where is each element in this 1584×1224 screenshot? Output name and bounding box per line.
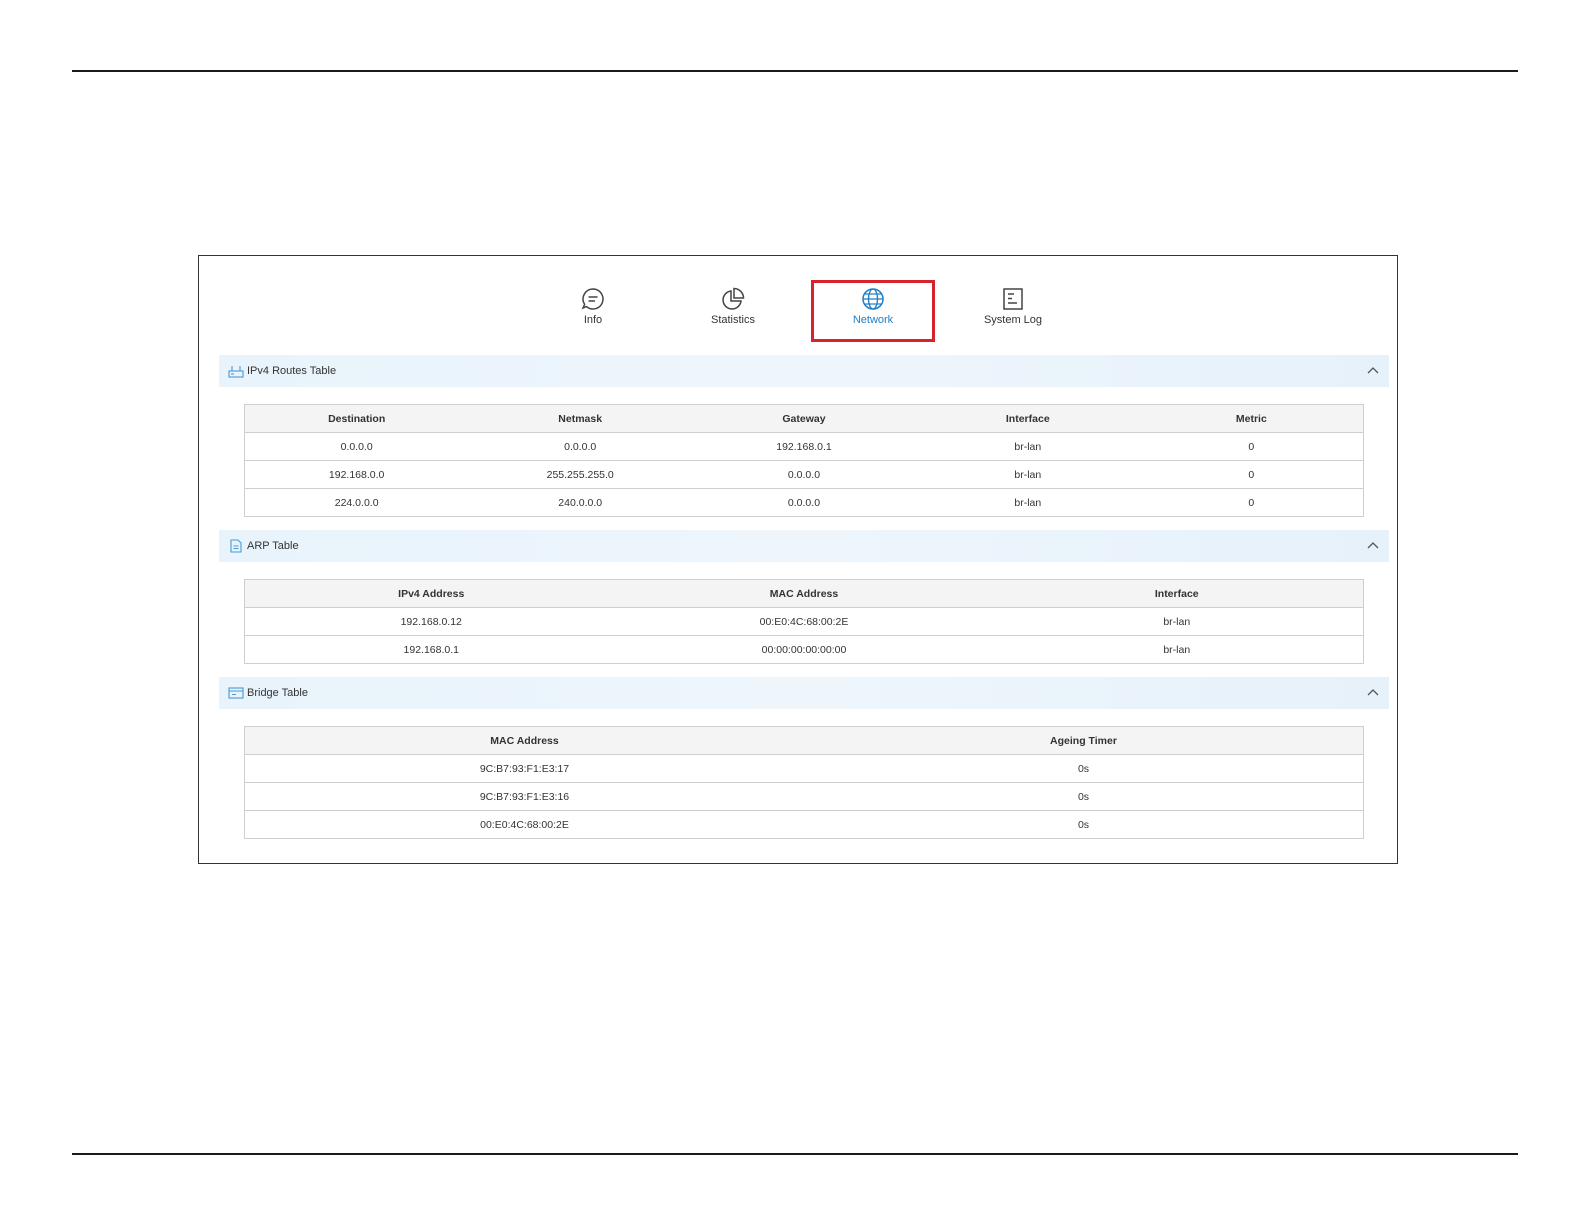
table-cell: 0s: [804, 782, 1364, 811]
ipv4-routes-table: Destination Netmask Gateway Interface Me…: [244, 404, 1364, 517]
ipv4-routes-header[interactable]: IPv4 Routes Table: [219, 355, 1389, 387]
table-cell: 192.168.0.0: [244, 460, 469, 489]
table-cell: 0.0.0.0: [468, 432, 693, 461]
table-row: 224.0.0.0 240.0.0.0 0.0.0.0 br-lan 0: [244, 488, 1364, 517]
table-cell: 0s: [804, 810, 1364, 839]
table-cell: 0.0.0.0: [692, 460, 916, 489]
column-header: IPv4 Address: [244, 579, 618, 608]
top-page-rule: [72, 70, 1518, 72]
table-row: 9C:B7:93:F1:E3:17 0s: [244, 754, 1364, 783]
table-cell: 00:E0:4C:68:00:2E: [244, 810, 804, 839]
table-cell: 192.168.0.12: [244, 607, 618, 636]
column-header: Netmask: [468, 404, 693, 433]
table-row: 192.168.0.1 00:00:00:00:00:00 br-lan: [244, 635, 1364, 664]
column-header: Destination: [244, 404, 469, 433]
table-cell: 0s: [804, 754, 1364, 783]
arp-header[interactable]: ARP Table: [219, 530, 1389, 562]
tab-statistics-label: Statistics: [710, 314, 755, 326]
table-cell: br-lan: [915, 432, 1140, 461]
table-cell: 0.0.0.0: [692, 488, 916, 517]
table-cell: 9C:B7:93:F1:E3:17: [244, 754, 804, 783]
table-cell: 00:E0:4C:68:00:2E: [617, 607, 991, 636]
globe-icon: [862, 288, 884, 310]
table-cell: br-lan: [915, 460, 1140, 489]
table-cell: 9C:B7:93:F1:E3:16: [244, 782, 804, 811]
screenshot-frame: Info Statistics Network System Log IPv4 …: [198, 255, 1398, 864]
tab-info[interactable]: Info: [531, 280, 655, 342]
tab-network-label: Network: [852, 314, 894, 326]
tab-system-log-label: System Log: [983, 314, 1043, 326]
tab-info-label: Info: [583, 314, 603, 326]
table-header-row: Destination Netmask Gateway Interface Me…: [244, 404, 1364, 433]
chevron-up-icon[interactable]: [1367, 687, 1379, 697]
table-row: 00:E0:4C:68:00:2E 0s: [244, 810, 1364, 839]
bridge-icon: [228, 687, 244, 699]
column-header: Metric: [1139, 404, 1364, 433]
chat-bubble-icon: [581, 288, 604, 310]
table-header-row: MAC Address Ageing Timer: [244, 726, 1364, 755]
document-icon: [1003, 288, 1023, 310]
arp-title: ARP Table: [247, 540, 299, 552]
table-row: 0.0.0.0 0.0.0.0 192.168.0.1 br-lan 0: [244, 432, 1364, 461]
table-row: 192.168.0.0 255.255.255.0 0.0.0.0 br-lan…: [244, 460, 1364, 489]
chevron-up-icon[interactable]: [1367, 540, 1379, 550]
tab-system-log[interactable]: System Log: [951, 280, 1075, 342]
table-cell: 224.0.0.0: [244, 488, 469, 517]
tab-network[interactable]: Network: [811, 280, 935, 342]
table-cell: 255.255.255.0: [468, 460, 693, 489]
pie-chart-icon: [722, 287, 745, 310]
table-cell: 192.168.0.1: [692, 432, 916, 461]
bottom-page-rule: [72, 1153, 1518, 1155]
column-header: Interface: [990, 579, 1364, 608]
column-header: Gateway: [692, 404, 916, 433]
router-icon: [228, 366, 244, 378]
arp-table: IPv4 Address MAC Address Interface 192.1…: [244, 579, 1364, 664]
bridge-table: MAC Address Ageing Timer 9C:B7:93:F1:E3:…: [244, 726, 1364, 839]
column-header: MAC Address: [244, 726, 804, 755]
ipv4-routes-title: IPv4 Routes Table: [247, 365, 337, 377]
table-cell: 0: [1139, 432, 1364, 461]
table-cell: 192.168.0.1: [244, 635, 618, 664]
chevron-up-icon[interactable]: [1367, 365, 1379, 375]
bridge-title: Bridge Table: [247, 687, 308, 699]
table-row: 9C:B7:93:F1:E3:16 0s: [244, 782, 1364, 811]
column-header: MAC Address: [617, 579, 991, 608]
table-header-row: IPv4 Address MAC Address Interface: [244, 579, 1364, 608]
column-header: Ageing Timer: [804, 726, 1364, 755]
table-row: 192.168.0.12 00:E0:4C:68:00:2E br-lan: [244, 607, 1364, 636]
table-cell: br-lan: [915, 488, 1140, 517]
table-cell: 0.0.0.0: [244, 432, 469, 461]
tab-statistics[interactable]: Statistics: [671, 280, 795, 342]
table-cell: br-lan: [990, 635, 1364, 664]
bridge-header[interactable]: Bridge Table: [219, 677, 1389, 709]
column-header: Interface: [915, 404, 1140, 433]
file-icon: [230, 539, 242, 553]
table-cell: 240.0.0.0: [468, 488, 693, 517]
table-cell: br-lan: [990, 607, 1364, 636]
table-cell: 0: [1139, 488, 1364, 517]
table-cell: 0: [1139, 460, 1364, 489]
table-cell: 00:00:00:00:00:00: [617, 635, 991, 664]
